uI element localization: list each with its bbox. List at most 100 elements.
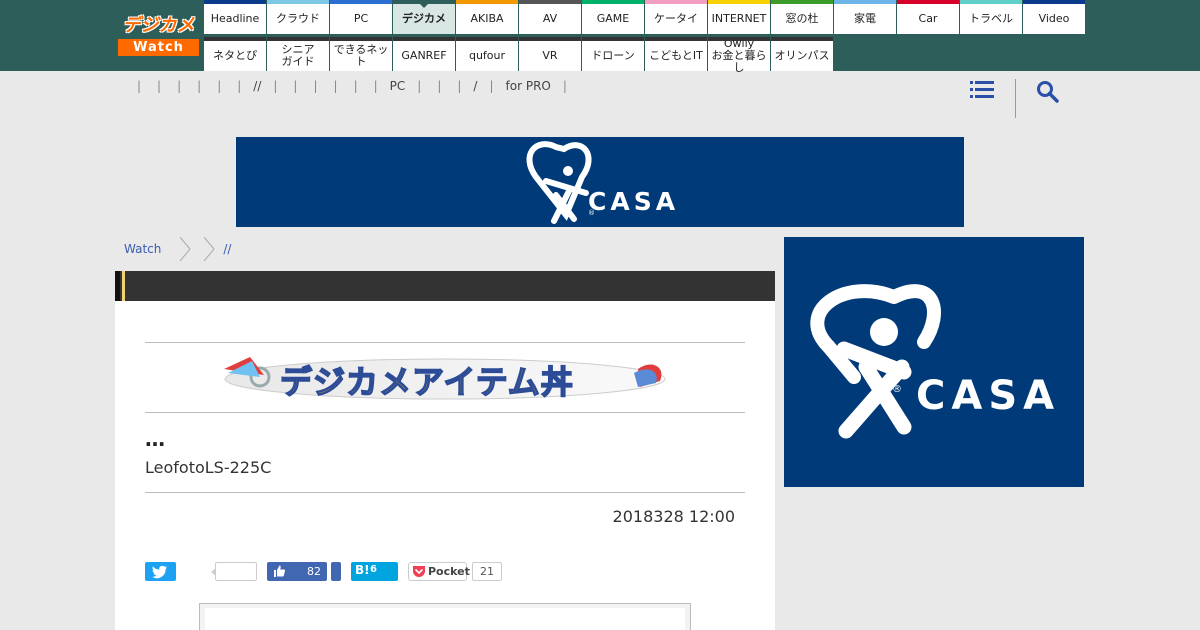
series-banner[interactable]: デジカメアイテム丼: [220, 351, 670, 403]
nav-item-row1-12[interactable]: トラベル: [960, 0, 1022, 34]
logo-text-bottom: Watch: [118, 39, 199, 56]
nav-item-label: qufour: [468, 48, 506, 62]
sub-nav-separator: |: [562, 79, 567, 93]
nav-item-row1-13[interactable]: Video: [1023, 0, 1085, 34]
breadcrumb: Watch //: [124, 237, 231, 261]
twitter-share-button[interactable]: [145, 562, 176, 581]
divider: [145, 342, 745, 343]
nav-item-row2-1[interactable]: シニア ガイド: [267, 37, 329, 71]
nav-item-label: PC: [353, 11, 369, 25]
nav-item-row1-11[interactable]: Car: [897, 0, 959, 34]
nav-item-color-bar: [456, 37, 518, 41]
sub-nav-link-6[interactable]: //: [253, 79, 261, 95]
nav-item-label: トラベル: [969, 11, 1013, 25]
nav-item-label: AKIBA: [470, 11, 504, 25]
nav-item-row2-9[interactable]: オリンパス: [771, 37, 833, 71]
nav-item-color-bar: [960, 0, 1022, 4]
sub-nav-link-16[interactable]: for PRO: [506, 79, 551, 95]
nav-item-label: ケータイ: [654, 11, 698, 25]
logo-text-top: デジカメ: [122, 15, 195, 36]
side-banner-ad[interactable]: ® CASA: [784, 237, 1084, 487]
sub-nav-separator: |: [417, 79, 422, 93]
breadcrumb-item-3[interactable]: //: [223, 242, 231, 256]
nav-item-label: Car: [918, 11, 938, 25]
sub-nav-separator: |: [457, 79, 462, 93]
count-bubble-nib: [211, 568, 216, 576]
category-nav: Headline クラウド PC デジカメ AKIBA AV GAME ケータイ INTERNE…: [204, 0, 1086, 73]
article-headline: …: [145, 427, 165, 451]
nav-item-color-bar: [834, 0, 896, 4]
nav-item-row2-8[interactable]: Owlly お金と暮らし: [708, 37, 770, 73]
nav-item-label: こどもとIT: [649, 48, 703, 62]
hatena-bookmark-count: 6: [370, 564, 377, 575]
nav-item-row2-2[interactable]: できるネット: [330, 37, 392, 71]
nav-item-row1-10[interactable]: 家電: [834, 0, 896, 34]
nav-item-row1-1[interactable]: クラウド: [267, 0, 329, 34]
sub-nav-separator: |: [353, 79, 358, 93]
nav-item-label: ネタとぴ: [213, 48, 257, 62]
nav-item-row1-0[interactable]: Headline: [204, 0, 266, 34]
nav-item-color-bar: [645, 37, 707, 41]
nav-item-color-bar: [582, 0, 644, 4]
nav-item-row1-6[interactable]: GAME: [582, 0, 644, 34]
nav-item-label: Video: [1038, 11, 1070, 25]
nav-item-row1-8[interactable]: INTERNET: [708, 0, 770, 34]
nav-item-row1-5[interactable]: AV: [519, 0, 581, 34]
nav-item-row1-2[interactable]: PC: [330, 0, 392, 34]
nav-item-row1-7[interactable]: ケータイ: [645, 0, 707, 34]
sub-nav-link-12[interactable]: PC: [390, 79, 406, 95]
category-nav-row-2: ネタとぴ シニア ガイド できるネット GANREF qufour VR ドローン こどもとI…: [204, 37, 833, 73]
sub-nav-separator: |: [273, 79, 278, 93]
nav-item-row2-7[interactable]: こどもとIT: [645, 37, 707, 71]
nav-item-row1-3[interactable]: デジカメ: [393, 0, 455, 34]
category-nav-row-1: Headline クラウド PC デジカメ AKIBA AV GAME ケータイ INTERNE…: [204, 0, 1085, 34]
nav-item-color-bar: [204, 37, 266, 41]
nav-item-label: 家電: [854, 11, 876, 25]
search-icon[interactable]: [1036, 80, 1060, 104]
article-image-placeholder[interactable]: [205, 608, 685, 630]
nav-item-label: INTERNET: [711, 11, 767, 25]
nav-item-color-bar: [771, 0, 833, 4]
casa-brand-text: CASA: [588, 187, 680, 216]
nav-item-color-bar: [519, 0, 581, 4]
sub-nav-separator: |: [437, 79, 442, 93]
divider: [145, 412, 745, 413]
nav-item-row1-9[interactable]: 窓の杜: [771, 0, 833, 34]
pocket-save-button[interactable]: Pocket: [408, 562, 470, 581]
twitter-share-count: [211, 562, 257, 581]
nav-item-color-bar: [771, 37, 833, 41]
nav-item-row2-4[interactable]: qufour: [456, 37, 518, 71]
hamburger-menu-icon[interactable]: [970, 80, 994, 100]
nav-item-label: クラウド: [276, 11, 320, 25]
nav-item-row1-4[interactable]: AKIBA: [456, 0, 518, 34]
sub-nav-link-15[interactable]: /: [473, 79, 477, 95]
facebook-like-button[interactable]: 82: [267, 562, 327, 581]
hatena-b-icon: B!: [355, 563, 370, 577]
nav-item-row2-6[interactable]: ドローン: [582, 37, 644, 71]
nav-item-row2-5[interactable]: VR: [519, 37, 581, 71]
site-logo[interactable]: デジカメ Watch: [118, 14, 199, 56]
nav-item-label: できるネット: [333, 42, 389, 68]
article-date: 2018328 12:00: [612, 507, 735, 526]
sub-nav-separator: |: [137, 79, 142, 93]
thumbs-up-icon: [274, 565, 286, 577]
facebook-share-button[interactable]: [331, 562, 341, 581]
site-header: デジカメ Watch Headline クラウド PC デジカメ AKIBA AV GAME…: [0, 0, 1200, 73]
article-content: デジカメアイテム丼 … LeofotoLS-225C 2018328 12:00…: [115, 301, 775, 630]
top-banner-ad[interactable]: ® CASA: [236, 137, 964, 227]
nav-item-color-bar: [897, 0, 959, 4]
divider: [145, 492, 745, 493]
facebook-like-count: 82: [307, 565, 321, 578]
series-banner-title: デジカメアイテム丼: [279, 362, 574, 402]
article-image-frame: [199, 603, 691, 630]
sub-nav-separator: |: [197, 79, 202, 93]
nav-item-row2-3[interactable]: GANREF: [393, 37, 455, 71]
social-share-bar: 82 B! 6 Pocket 21: [145, 561, 745, 581]
sub-nav-separator: |: [217, 79, 222, 93]
breadcrumb-item-watch[interactable]: Watch: [124, 242, 161, 256]
nav-item-color-bar: [204, 0, 266, 4]
hatena-bookmark-button[interactable]: B! 6: [351, 562, 398, 581]
nav-item-label: VR: [542, 48, 558, 62]
nav-item-row2-0[interactable]: ネタとぴ: [204, 37, 266, 71]
pocket-label: Pocket: [428, 565, 470, 578]
